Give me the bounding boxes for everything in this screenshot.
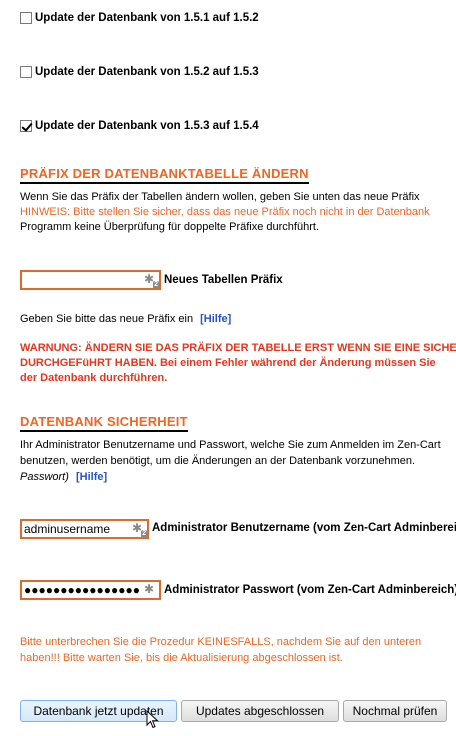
prefix-intro-text: Wenn Sie das Präfix der Tabellen ändern … xyxy=(20,191,420,203)
update-checkbox-2[interactable] xyxy=(20,66,32,78)
admin-username-label: Administrator Benutzername (vom Zen-Cart… xyxy=(152,522,456,534)
admin-password-label: Administrator Passwort (vom Zen-Cart Adm… xyxy=(164,584,456,596)
backup-text-line-2: benutzen, werden benötigt, um die Änderu… xyxy=(20,455,416,467)
table-prefix-label: Neues Tabellen Präfix xyxy=(164,274,283,286)
prefix-warning-line-3: der Datenbank durchführen. xyxy=(20,372,168,384)
password-manager-key-icon[interactable]: ✱ 2 xyxy=(144,272,159,288)
backup-text-line-3: Passwort) [Hilfe] xyxy=(20,470,107,485)
page: Update der Datenbank von 1.5.1 auf 1.5.2… xyxy=(0,0,456,736)
prefix-warning-line-1: WARNUNG: ÄNDERN SIE DAS PRÄFIX DER TABEL… xyxy=(20,342,456,354)
notice-line-2: haben!!! Bitte warten Sie, bis die Aktua… xyxy=(20,652,343,664)
update-option-3[interactable]: Update der Datenbank von 1.5.3 auf 1.5.4 xyxy=(20,120,259,132)
prefix-hint-text: HINWEIS: Bitte stellen Sie sicher, dass … xyxy=(20,206,430,218)
password-manager-key-icon[interactable]: ✱ xyxy=(144,582,158,597)
admin-password-value: ●●●●●●●●●●●●●●●● xyxy=(24,583,140,597)
prefix-intro-text-2: Programm keine Überprüfung für doppelte … xyxy=(20,221,319,233)
prefix-instruction: Geben Sie bitte das neue Präfix ein [Hil… xyxy=(20,312,231,327)
check-again-button[interactable]: Nochmal prüfen xyxy=(343,700,447,722)
admin-username-input[interactable]: adminusername ✱ 2 xyxy=(20,519,149,539)
notice-line-1: Bitte unterbrechen Sie die Prozedur KEIN… xyxy=(20,636,422,648)
backup-text-italic: Passwort) xyxy=(20,471,69,483)
update-checkbox-3[interactable] xyxy=(20,120,32,132)
prefix-instruction-text: Geben Sie bitte das neue Präfix ein xyxy=(20,313,194,325)
updates-done-button[interactable]: Updates abgeschlossen xyxy=(181,700,339,722)
admin-username-value: adminusername xyxy=(24,522,111,536)
update-option-2[interactable]: Update der Datenbank von 1.5.2 auf 1.5.3 xyxy=(20,66,259,78)
backup-text-line-1: Ihr Administrator Benutzername und Passw… xyxy=(20,439,441,451)
mouse-pointer-icon xyxy=(146,710,159,729)
admin-password-input[interactable]: ●●●●●●●●●●●●●●●● ✱ xyxy=(20,580,161,600)
backup-help-link[interactable]: [Hilfe] xyxy=(76,471,107,483)
table-prefix-input[interactable]: ✱ 2 xyxy=(20,270,161,290)
password-manager-key-icon[interactable]: ✱ 2 xyxy=(132,521,147,537)
prefix-warning-line-2: DURCHGEFüHRT HABEN. Bei einem Fehler wäh… xyxy=(20,357,436,369)
update-option-label: Update der Datenbank von 1.5.1 auf 1.5.2 xyxy=(35,12,259,24)
update-checkbox-1[interactable] xyxy=(20,12,32,24)
backup-section-heading: DATENBANK SICHERHEIT xyxy=(20,414,188,432)
update-option-label: Update der Datenbank von 1.5.2 auf 1.5.3 xyxy=(35,66,259,78)
update-option-1[interactable]: Update der Datenbank von 1.5.1 auf 1.5.2 xyxy=(20,12,259,24)
update-option-label: Update der Datenbank von 1.5.3 auf 1.5.4 xyxy=(35,120,259,132)
prefix-section-heading: PRÄFIX DER DATENBANKTABELLE ÄNDERN xyxy=(20,166,309,184)
prefix-help-link[interactable]: [Hilfe] xyxy=(200,313,231,325)
